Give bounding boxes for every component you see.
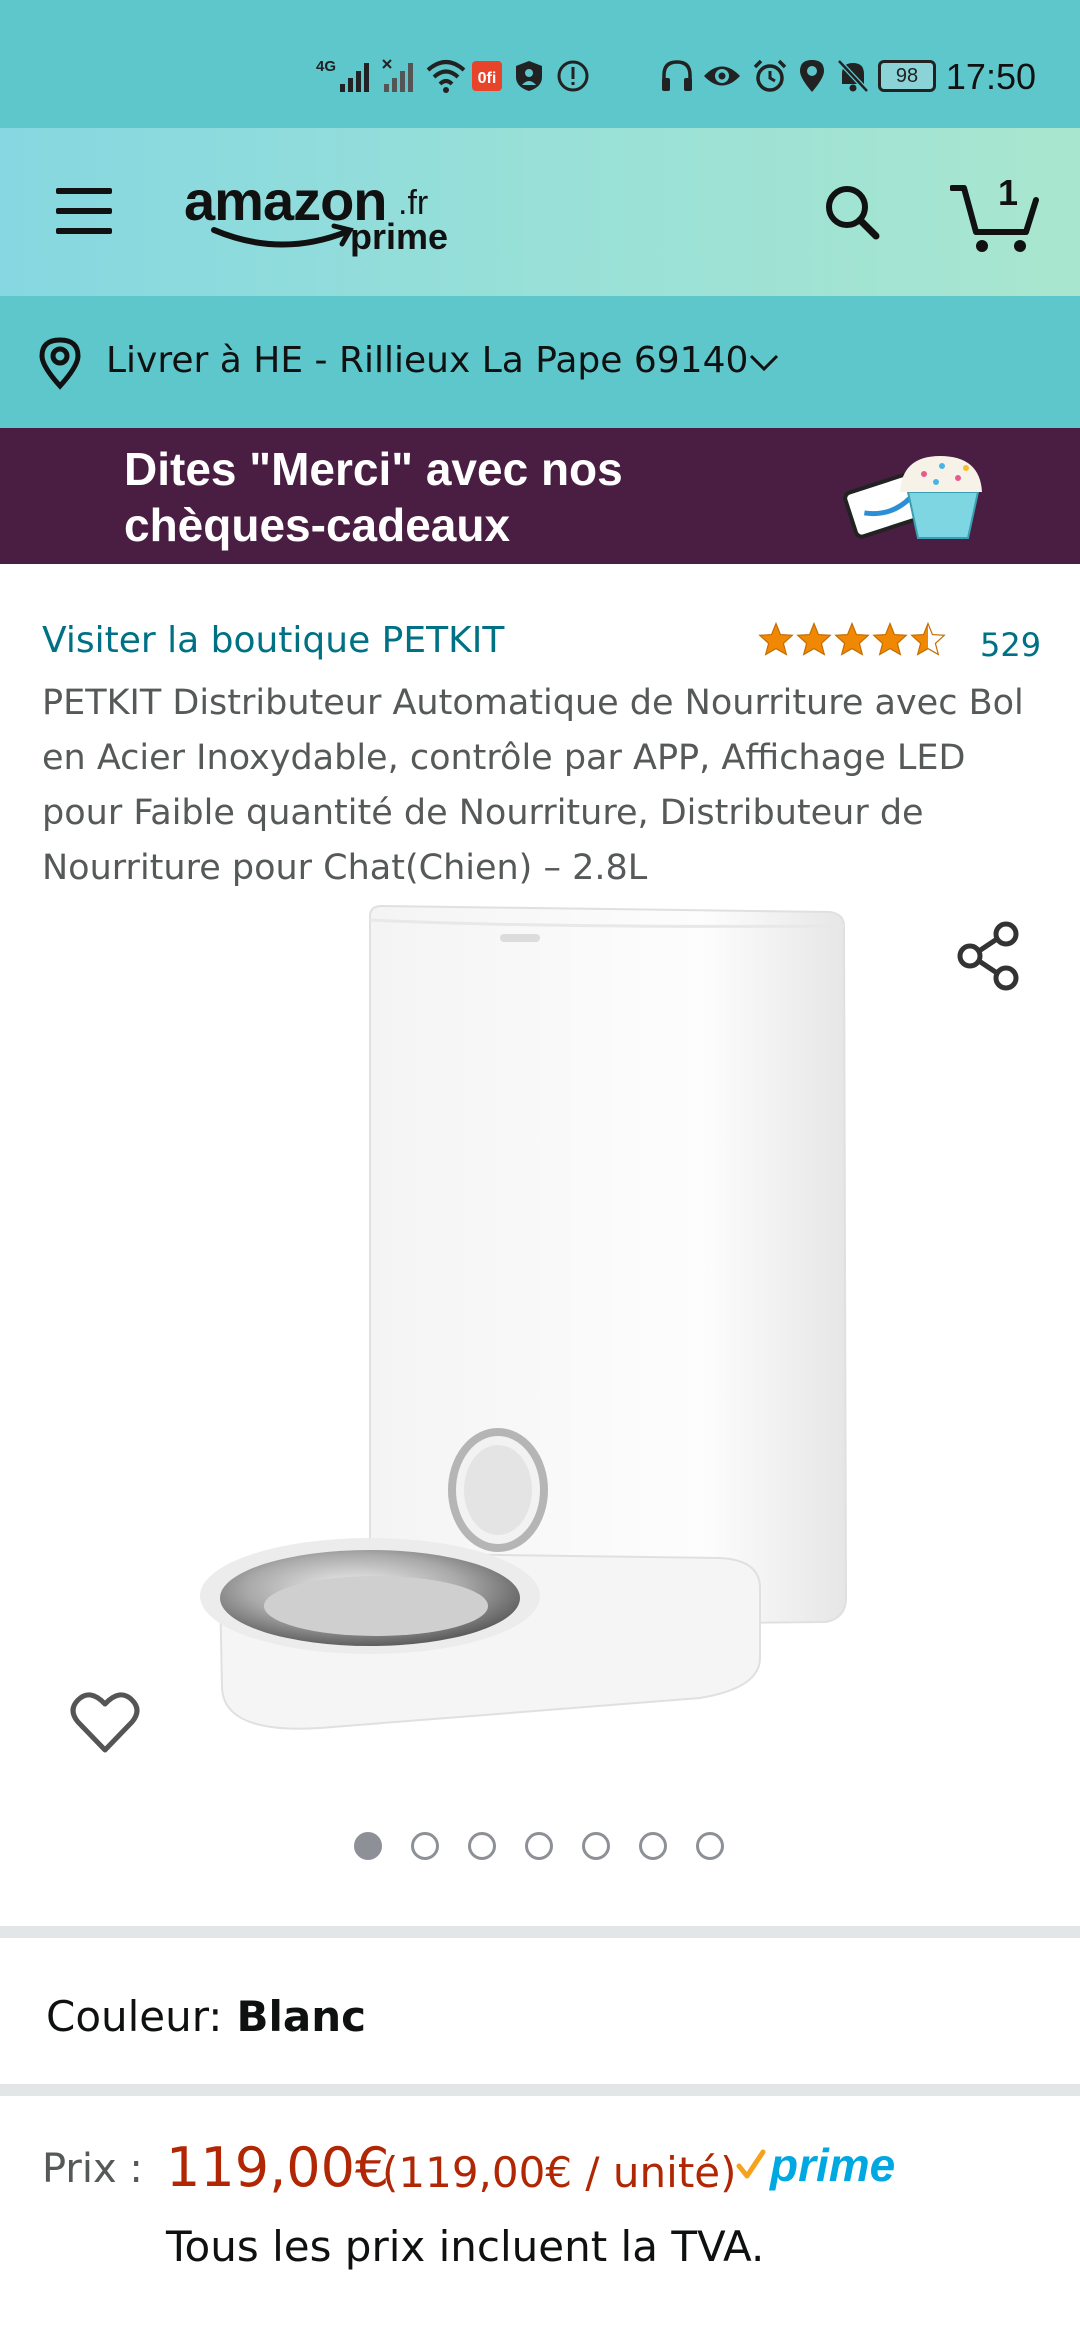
rating-stars[interactable] (758, 622, 946, 656)
carousel-dot[interactable] (639, 1832, 667, 1860)
status-time: 17:50 (945, 56, 1036, 97)
app-notification-icon: 0fi (472, 61, 502, 91)
smile-arrow-icon (211, 223, 354, 248)
app-header: amazon .fr prime 1 (0, 128, 1080, 296)
alert-icon (557, 60, 589, 92)
cart-icon (950, 185, 1039, 252)
logo-prime: prime (350, 216, 449, 257)
color-value: Blanc (236, 1992, 367, 2041)
wifi-icon (426, 60, 466, 93)
location-pin-icon (39, 337, 81, 390)
prime-check-icon (736, 2149, 766, 2179)
product-image[interactable] (200, 898, 900, 1778)
tax-note: Tous les prix incluent la TVA. (166, 2222, 765, 2271)
product-title: PETKIT Distributeur Automatique de Nourr… (42, 683, 1024, 888)
price-per-unit: (119,00€ / unité) (382, 2148, 737, 2197)
prime-badge: prime (770, 2139, 896, 2191)
chevron-down-icon (749, 354, 779, 372)
cart-count: 1 (998, 172, 1019, 213)
status-bar: 4G 0fi 98 17:50 (0, 0, 1080, 128)
delivery-location-bar[interactable]: Livrer à HE - Rillieux La Pape 69140 (0, 296, 1080, 428)
carousel-dot[interactable] (468, 1832, 496, 1860)
star-full-icon (796, 622, 832, 656)
promo-line-1: Dites "Merci" avec nos (124, 443, 623, 495)
price-label: Prix : (42, 2146, 143, 2192)
battery-level: 98 (895, 65, 919, 87)
signal-icon (340, 63, 369, 92)
star-half-icon (910, 622, 946, 656)
battery-icon: 98 (878, 60, 936, 92)
rating-count[interactable]: 529 (980, 626, 1041, 664)
carousel-dot[interactable] (696, 1832, 724, 1860)
alarm-icon (753, 59, 787, 92)
carousel-dot[interactable] (354, 1832, 382, 1860)
star-full-icon (872, 622, 908, 656)
price-value: 119,00€ (166, 2136, 390, 2199)
gift-card-promo-banner[interactable]: Dites "Merci" avec nos chèques-cadeaux (0, 428, 1080, 564)
image-carousel-dots[interactable] (354, 1832, 724, 1860)
search-icon[interactable] (822, 182, 882, 242)
section-divider (0, 2084, 1080, 2096)
profile-shield-icon (516, 61, 542, 91)
location-icon (800, 60, 824, 92)
color-label: Couleur: (46, 1992, 223, 2041)
promo-line-2: chèques-cadeaux (124, 499, 511, 551)
share-icon[interactable] (954, 920, 1026, 992)
eye-icon (704, 66, 740, 86)
headphones-icon (662, 60, 692, 91)
cart-button[interactable]: 1 (950, 172, 1040, 252)
star-full-icon (834, 622, 870, 656)
gift-card-illustration (843, 456, 982, 539)
star-full-icon (758, 622, 794, 656)
network-label: 4G (316, 58, 337, 75)
menu-button[interactable] (50, 184, 116, 240)
mute-bell-icon (837, 59, 869, 93)
carousel-dot[interactable] (411, 1832, 439, 1860)
svg-text:0fi: 0fi (478, 70, 497, 87)
section-divider (0, 1926, 1080, 1938)
color-selector[interactable]: Couleur: Blanc (46, 1992, 366, 2041)
brand-store-link[interactable]: Visiter la boutique PETKIT (42, 620, 504, 661)
menu-icon (56, 188, 112, 194)
delivery-address: Livrer à HE - Rillieux La Pape 69140 (106, 340, 749, 381)
signal-secondary-icon (382, 59, 413, 92)
carousel-dot[interactable] (525, 1832, 553, 1860)
amazon-logo[interactable]: amazon .fr prime (180, 168, 460, 258)
carousel-dot[interactable] (582, 1832, 610, 1860)
heart-icon[interactable] (70, 1690, 140, 1754)
